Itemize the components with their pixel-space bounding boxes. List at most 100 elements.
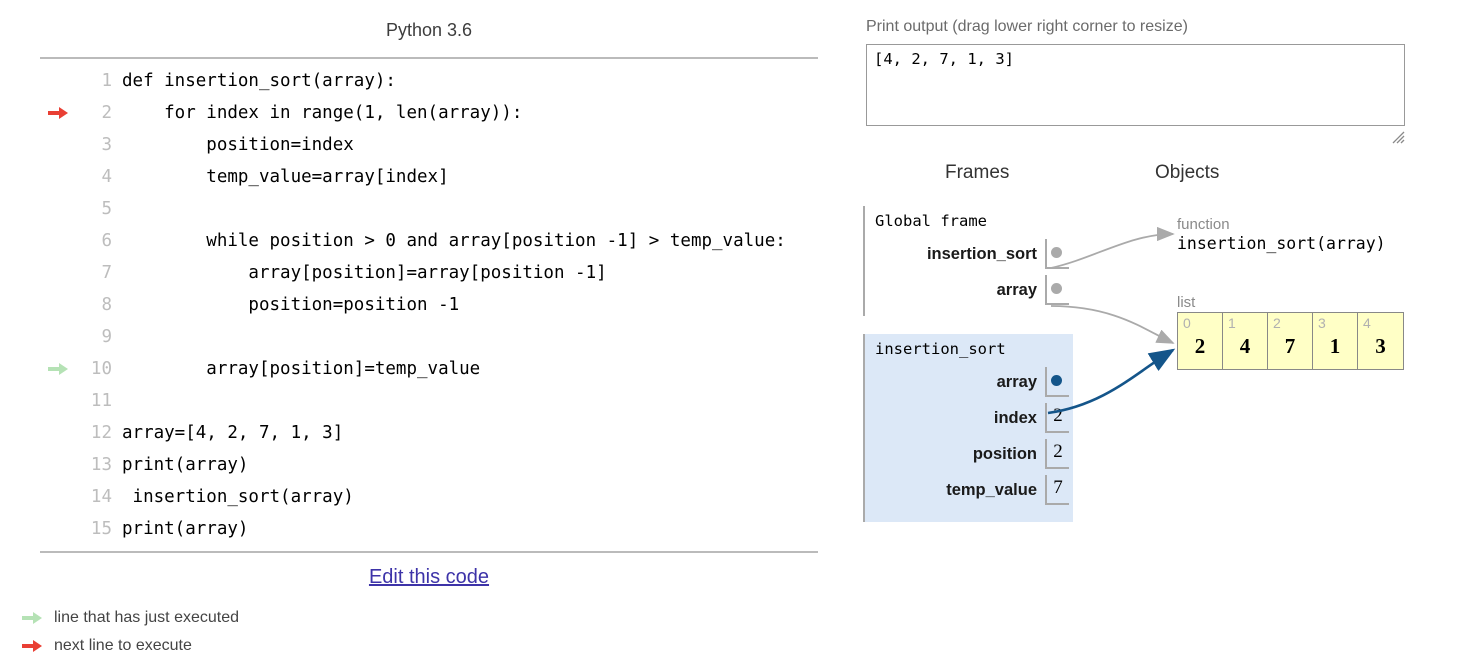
code-line-text: temp_value=array[index] <box>122 167 449 187</box>
pointer-dot-icon <box>1051 375 1062 386</box>
frames-heading: Frames <box>945 162 1010 183</box>
variable-value: 2 <box>1045 439 1069 469</box>
code-line-number: 3 <box>101 135 112 155</box>
objects-heading: Objects <box>1155 162 1220 183</box>
legend-row-next: next line to execute <box>14 632 239 660</box>
list-cell: 14 <box>1223 313 1268 369</box>
code-line[interactable]: 15 print(array) <box>40 513 818 545</box>
print-output-label: Print output (drag lower right corner to… <box>866 18 1188 35</box>
code-line-number: 5 <box>101 199 112 219</box>
variable-value <box>1045 275 1069 305</box>
code-line-marker <box>40 289 76 321</box>
frame-variable-row: position 2 <box>875 436 1069 472</box>
list-cell-value: 4 <box>1239 334 1251 358</box>
list-cell: 27 <box>1268 313 1313 369</box>
code-line[interactable]: 6 while position > 0 and array[position … <box>40 225 818 257</box>
list-cell-index: 4 <box>1363 315 1371 331</box>
code-line-number: 4 <box>101 167 112 187</box>
function-type-label: function <box>1177 216 1230 233</box>
code-line-marker <box>40 161 76 193</box>
code-line-number: 10 <box>90 359 112 379</box>
code-line-number: 9 <box>101 327 112 347</box>
code-line-number: 12 <box>90 423 112 443</box>
code-line[interactable]: 11 <box>40 385 818 417</box>
legend-label-executed: line that has just executed <box>54 609 240 626</box>
list-cell: 02 <box>1178 313 1223 369</box>
list-cell: 31 <box>1313 313 1358 369</box>
code-line[interactable]: 4 temp_value=array[index] <box>40 161 818 193</box>
frame-title: Global frame <box>875 212 987 230</box>
code-line[interactable]: 5 <box>40 193 818 225</box>
code-line-marker <box>40 513 76 545</box>
code-line[interactable]: 2 for index in range(1, len(array)): <box>40 97 818 129</box>
code-line[interactable]: 1 def insertion_sort(array): <box>40 65 818 97</box>
list-cell-index: 3 <box>1318 315 1326 331</box>
variable-value: 7 <box>1045 475 1069 505</box>
variable-name: insertion_sort <box>926 244 1037 263</box>
legend-row-executed: line that has just executed <box>14 604 239 632</box>
code-listing[interactable]: 1 def insertion_sort(array): 2 for index i… <box>40 57 818 553</box>
list-cell: 43 <box>1358 313 1403 369</box>
global-frame: Global frame insertion_sortarray <box>863 206 1073 316</box>
code-line[interactable]: 10 array[position]=temp_value <box>40 353 818 385</box>
print-output-box[interactable]: [4, 2, 7, 1, 3] <box>866 44 1405 126</box>
executed-line-arrow-icon <box>48 362 68 375</box>
variable-name: index <box>993 408 1037 427</box>
code-line-marker <box>40 353 76 385</box>
code-line-text: def insertion_sort(array): <box>122 71 396 91</box>
local-frame: insertion_sort array index 2 position 2 temp_v… <box>863 334 1073 522</box>
frame-variable-row: array <box>875 272 1069 308</box>
variable-name: temp_value <box>946 480 1037 499</box>
resize-handle-icon[interactable] <box>1391 130 1405 144</box>
code-line-marker <box>40 481 76 513</box>
code-line-marker <box>40 65 76 97</box>
frame-variable-row: array <box>875 364 1069 400</box>
code-line-marker <box>40 257 76 289</box>
code-line-text: array[position]=array[position -1] <box>122 263 607 283</box>
frame-variable-row: index 2 <box>875 400 1069 436</box>
list-cell-index: 2 <box>1273 315 1281 331</box>
edit-this-code-link[interactable]: Edit this code <box>369 566 489 588</box>
variable-value <box>1045 239 1069 269</box>
code-line-text: array=[4, 2, 7, 1, 3] <box>122 423 344 443</box>
next-line-arrow-icon <box>22 639 42 652</box>
variable-value: 2 <box>1045 403 1069 433</box>
code-line-text: print(array) <box>122 519 249 539</box>
code-line[interactable]: 14 insertion_sort(array) <box>40 481 818 513</box>
code-line-number: 13 <box>90 455 112 475</box>
list-cell-value: 1 <box>1329 334 1341 358</box>
code-line-number: 8 <box>101 295 112 315</box>
list-cell-value: 7 <box>1284 334 1296 358</box>
code-line[interactable]: 3 position=index <box>40 129 818 161</box>
code-line[interactable]: 7 array[position]=array[position -1] <box>40 257 818 289</box>
variable-name: array <box>996 280 1037 299</box>
legend: line that has just executed next line to… <box>14 604 239 660</box>
variable-value <box>1045 367 1069 397</box>
frames-container: Global frame insertion_sortarray insertion… <box>863 206 1073 540</box>
code-line-marker <box>40 193 76 225</box>
python-tutor-visualizer: Python 3.6 1 def insertion_sort(array): 2 … <box>0 0 1474 670</box>
code-line-marker <box>40 225 76 257</box>
legend-label-next: next line to execute <box>54 637 192 654</box>
executed-line-arrow-icon <box>22 611 42 624</box>
code-line[interactable]: 12 array=[4, 2, 7, 1, 3] <box>40 417 818 449</box>
edit-code-link-wrap: Edit this code <box>40 566 818 589</box>
list-type-label: list <box>1177 294 1196 311</box>
list-cell-index: 1 <box>1228 315 1236 331</box>
code-line[interactable]: 13 print(array) <box>40 449 818 481</box>
visualization-panel: Print output (drag lower right corner to… <box>855 0 1474 670</box>
code-line-text: print(array) <box>122 455 249 475</box>
code-line[interactable]: 9 <box>40 321 818 353</box>
function-object: function insertion_sort(array) <box>1177 216 1386 253</box>
code-line-number: 15 <box>90 519 112 539</box>
code-line[interactable]: 8 position=position -1 <box>40 289 818 321</box>
code-line-text: for index in range(1, len(array)): <box>122 103 523 123</box>
list-cells: 0214273143 <box>1177 312 1404 370</box>
list-object: list 0214273143 <box>1177 294 1404 370</box>
code-line-number: 11 <box>90 391 112 411</box>
code-line-number: 2 <box>101 103 112 123</box>
list-cell-value: 3 <box>1375 334 1386 358</box>
code-line-text: position=index <box>122 135 354 155</box>
list-cell-value: 2 <box>1194 334 1206 358</box>
code-panel: Python 3.6 1 def insertion_sort(array): 2 … <box>0 0 840 670</box>
